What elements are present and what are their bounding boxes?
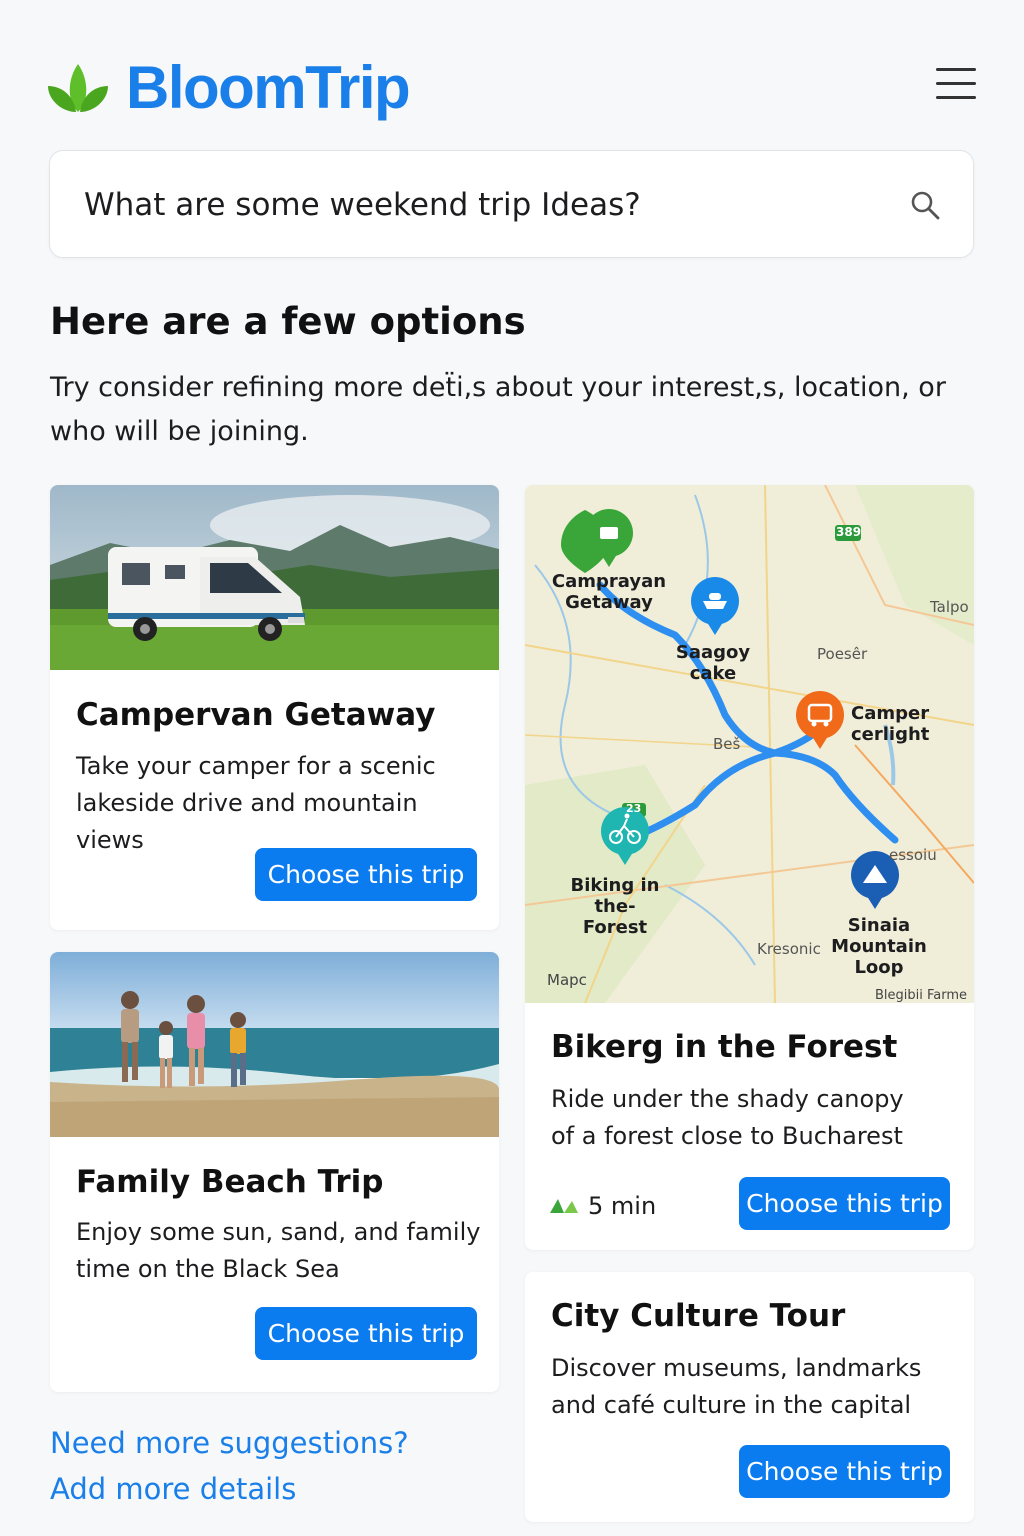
search-icon[interactable] — [909, 189, 941, 221]
campervan-photo — [50, 485, 499, 670]
more-suggestions-link[interactable]: Need more suggestions? — [50, 1420, 409, 1466]
trip-description: Discover museums, landmarks and café cul… — [551, 1354, 922, 1419]
choose-trip-button[interactable]: Choose this trip — [255, 848, 477, 901]
map-place-label: Kresonic — [757, 940, 821, 958]
trip-card-city: City Culture Tour Discover museums, land… — [525, 1272, 974, 1522]
map-attribution: Mapc — [547, 971, 587, 989]
app-header: BloomTrip — [46, 56, 976, 120]
trip-map[interactable]: 389 23 Camprayan Getaway Saagoy cake Cam… — [525, 485, 974, 1003]
results-subtext: Try consider refining more deẗi,s about … — [50, 372, 946, 447]
trip-title: Campervan Getaway — [76, 697, 436, 733]
road-badge: 389 — [836, 525, 862, 539]
results-heading: Here are a few options — [50, 300, 526, 343]
map-pin-label: Camper cerlight — [851, 703, 930, 745]
hamburger-menu-icon[interactable] — [936, 68, 976, 102]
trip-card-campervan: Campervan Getaway Take your camper for a… — [50, 485, 499, 930]
map-pin-label: Camprayan Getaway — [551, 571, 667, 613]
trip-card-beach: Family Beach Trip Enjoy some sun, sand, … — [50, 952, 499, 1392]
map-credit: Blegibii Farme — [875, 988, 968, 1003]
choose-trip-button[interactable]: Choose this trip — [255, 1307, 477, 1360]
trip-card-biking: 389 23 Camprayan Getaway Saagoy cake Cam… — [525, 485, 974, 1250]
route-icon — [550, 1199, 578, 1213]
add-details-link[interactable]: Add more details — [50, 1466, 409, 1512]
app-logo[interactable]: BloomTrip — [46, 54, 411, 121]
beach-photo — [50, 952, 499, 1137]
choose-trip-button[interactable]: Choose this trip — [739, 1177, 950, 1230]
choose-trip-button[interactable]: Choose this trip — [739, 1445, 950, 1498]
trip-title: Bikerg in the Forest — [551, 1029, 898, 1065]
map-place-label: essoiu — [889, 846, 937, 864]
leaf-icon — [48, 64, 108, 112]
map-pin-label: Sinaia Mountain Loop — [831, 915, 927, 978]
app-name: BloomTrip — [126, 54, 411, 121]
map-pin-label: Saagoy cake — [675, 642, 751, 684]
trip-description: Take your camper for a scenic lakeside d… — [76, 752, 436, 854]
road-badge: 23 — [626, 802, 642, 815]
map-pin-label: Biking in the-Forest — [570, 875, 660, 938]
trip-title: City Culture Tour — [551, 1298, 846, 1334]
footer-links: Need more suggestions? Add more details — [50, 1420, 409, 1512]
trip-title: Family Beach Trip — [76, 1164, 384, 1200]
trip-description: Enjoy some sun, sand, and family time on… — [76, 1218, 481, 1283]
trip-duration: 5 min — [588, 1192, 657, 1220]
search-input[interactable] — [84, 181, 884, 229]
map-place-label: Beš — [713, 735, 741, 753]
search-bar — [49, 150, 974, 258]
trip-description: Ride under the shady canopy of a forest … — [551, 1085, 904, 1150]
map-place-label: Poesêr — [817, 645, 868, 663]
map-place-label: Talpo — [930, 598, 969, 616]
